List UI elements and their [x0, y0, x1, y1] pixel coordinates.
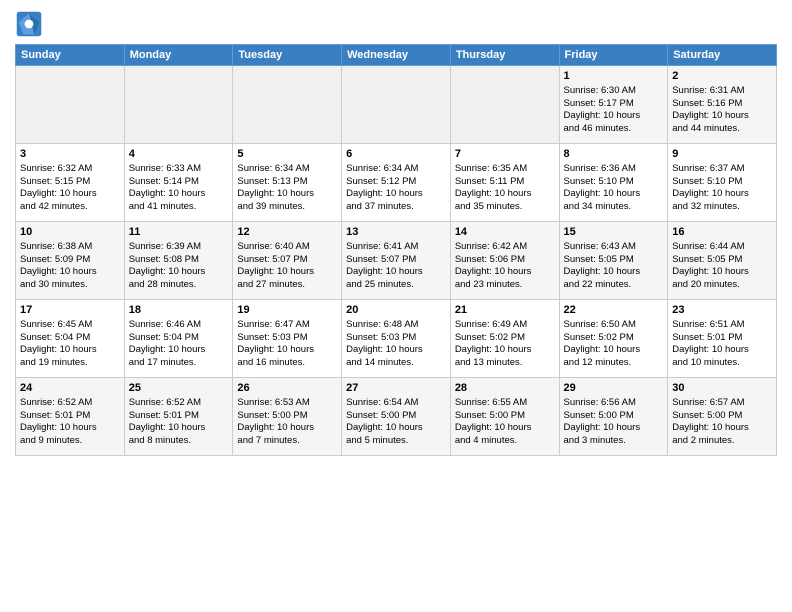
- weekday-header-sunday: Sunday: [16, 45, 125, 66]
- calendar-cell: 29Sunrise: 6:56 AMSunset: 5:00 PMDayligh…: [559, 378, 668, 456]
- calendar-cell: 22Sunrise: 6:50 AMSunset: 5:02 PMDayligh…: [559, 300, 668, 378]
- calendar-cell: 11Sunrise: 6:39 AMSunset: 5:08 PMDayligh…: [124, 222, 233, 300]
- day-number: 28: [455, 381, 555, 396]
- weekday-header-thursday: Thursday: [450, 45, 559, 66]
- calendar-cell: [124, 66, 233, 144]
- day-number: 18: [129, 303, 229, 318]
- calendar-cell: 30Sunrise: 6:57 AMSunset: 5:00 PMDayligh…: [668, 378, 777, 456]
- day-number: 8: [564, 147, 664, 162]
- calendar-cell: 27Sunrise: 6:54 AMSunset: 5:00 PMDayligh…: [342, 378, 451, 456]
- calendar-cell: 13Sunrise: 6:41 AMSunset: 5:07 PMDayligh…: [342, 222, 451, 300]
- weekday-header-row: SundayMondayTuesdayWednesdayThursdayFrid…: [16, 45, 777, 66]
- day-number: 25: [129, 381, 229, 396]
- day-number: 10: [20, 225, 120, 240]
- day-number: 21: [455, 303, 555, 318]
- day-number: 4: [129, 147, 229, 162]
- calendar-week-5: 24Sunrise: 6:52 AMSunset: 5:01 PMDayligh…: [16, 378, 777, 456]
- calendar-week-2: 3Sunrise: 6:32 AMSunset: 5:15 PMDaylight…: [16, 144, 777, 222]
- calendar-cell: 9Sunrise: 6:37 AMSunset: 5:10 PMDaylight…: [668, 144, 777, 222]
- day-number: 13: [346, 225, 446, 240]
- day-number: 14: [455, 225, 555, 240]
- calendar-cell: 2Sunrise: 6:31 AMSunset: 5:16 PMDaylight…: [668, 66, 777, 144]
- calendar-cell: 3Sunrise: 6:32 AMSunset: 5:15 PMDaylight…: [16, 144, 125, 222]
- day-number: 24: [20, 381, 120, 396]
- calendar-cell: [233, 66, 342, 144]
- day-number: 29: [564, 381, 664, 396]
- day-number: 1: [564, 69, 664, 84]
- day-number: 12: [237, 225, 337, 240]
- calendar-cell: 21Sunrise: 6:49 AMSunset: 5:02 PMDayligh…: [450, 300, 559, 378]
- calendar-cell: 18Sunrise: 6:46 AMSunset: 5:04 PMDayligh…: [124, 300, 233, 378]
- weekday-header-saturday: Saturday: [668, 45, 777, 66]
- calendar-cell: [450, 66, 559, 144]
- day-number: 26: [237, 381, 337, 396]
- calendar-week-4: 17Sunrise: 6:45 AMSunset: 5:04 PMDayligh…: [16, 300, 777, 378]
- calendar-cell: 16Sunrise: 6:44 AMSunset: 5:05 PMDayligh…: [668, 222, 777, 300]
- day-number: 23: [672, 303, 772, 318]
- calendar-cell: 26Sunrise: 6:53 AMSunset: 5:00 PMDayligh…: [233, 378, 342, 456]
- header-area: [15, 10, 777, 38]
- day-number: 19: [237, 303, 337, 318]
- day-number: 11: [129, 225, 229, 240]
- day-number: 2: [672, 69, 772, 84]
- weekday-header-monday: Monday: [124, 45, 233, 66]
- day-number: 15: [564, 225, 664, 240]
- day-number: 3: [20, 147, 120, 162]
- day-number: 22: [564, 303, 664, 318]
- calendar-cell: 12Sunrise: 6:40 AMSunset: 5:07 PMDayligh…: [233, 222, 342, 300]
- calendar-cell: 7Sunrise: 6:35 AMSunset: 5:11 PMDaylight…: [450, 144, 559, 222]
- calendar-cell: 17Sunrise: 6:45 AMSunset: 5:04 PMDayligh…: [16, 300, 125, 378]
- calendar-cell: 8Sunrise: 6:36 AMSunset: 5:10 PMDaylight…: [559, 144, 668, 222]
- weekday-header-wednesday: Wednesday: [342, 45, 451, 66]
- calendar-cell: 4Sunrise: 6:33 AMSunset: 5:14 PMDaylight…: [124, 144, 233, 222]
- calendar-cell: 5Sunrise: 6:34 AMSunset: 5:13 PMDaylight…: [233, 144, 342, 222]
- calendar-cell: 23Sunrise: 6:51 AMSunset: 5:01 PMDayligh…: [668, 300, 777, 378]
- calendar-cell: 28Sunrise: 6:55 AMSunset: 5:00 PMDayligh…: [450, 378, 559, 456]
- calendar-cell: 14Sunrise: 6:42 AMSunset: 5:06 PMDayligh…: [450, 222, 559, 300]
- calendar-week-1: 1Sunrise: 6:30 AMSunset: 5:17 PMDaylight…: [16, 66, 777, 144]
- day-number: 20: [346, 303, 446, 318]
- calendar-week-3: 10Sunrise: 6:38 AMSunset: 5:09 PMDayligh…: [16, 222, 777, 300]
- calendar-cell: 20Sunrise: 6:48 AMSunset: 5:03 PMDayligh…: [342, 300, 451, 378]
- day-number: 7: [455, 147, 555, 162]
- weekday-header-tuesday: Tuesday: [233, 45, 342, 66]
- weekday-header-friday: Friday: [559, 45, 668, 66]
- calendar-cell: 15Sunrise: 6:43 AMSunset: 5:05 PMDayligh…: [559, 222, 668, 300]
- calendar-cell: 10Sunrise: 6:38 AMSunset: 5:09 PMDayligh…: [16, 222, 125, 300]
- day-number: 27: [346, 381, 446, 396]
- calendar-cell: [342, 66, 451, 144]
- calendar-cell: 24Sunrise: 6:52 AMSunset: 5:01 PMDayligh…: [16, 378, 125, 456]
- logo-icon: [15, 10, 43, 38]
- day-number: 17: [20, 303, 120, 318]
- day-number: 9: [672, 147, 772, 162]
- day-number: 30: [672, 381, 772, 396]
- calendar-cell: 1Sunrise: 6:30 AMSunset: 5:17 PMDaylight…: [559, 66, 668, 144]
- day-number: 6: [346, 147, 446, 162]
- page: SundayMondayTuesdayWednesdayThursdayFrid…: [0, 0, 792, 612]
- calendar-cell: [16, 66, 125, 144]
- calendar-cell: 25Sunrise: 6:52 AMSunset: 5:01 PMDayligh…: [124, 378, 233, 456]
- calendar: SundayMondayTuesdayWednesdayThursdayFrid…: [15, 44, 777, 456]
- day-number: 16: [672, 225, 772, 240]
- logo: [15, 10, 47, 38]
- calendar-cell: 19Sunrise: 6:47 AMSunset: 5:03 PMDayligh…: [233, 300, 342, 378]
- calendar-cell: 6Sunrise: 6:34 AMSunset: 5:12 PMDaylight…: [342, 144, 451, 222]
- day-number: 5: [237, 147, 337, 162]
